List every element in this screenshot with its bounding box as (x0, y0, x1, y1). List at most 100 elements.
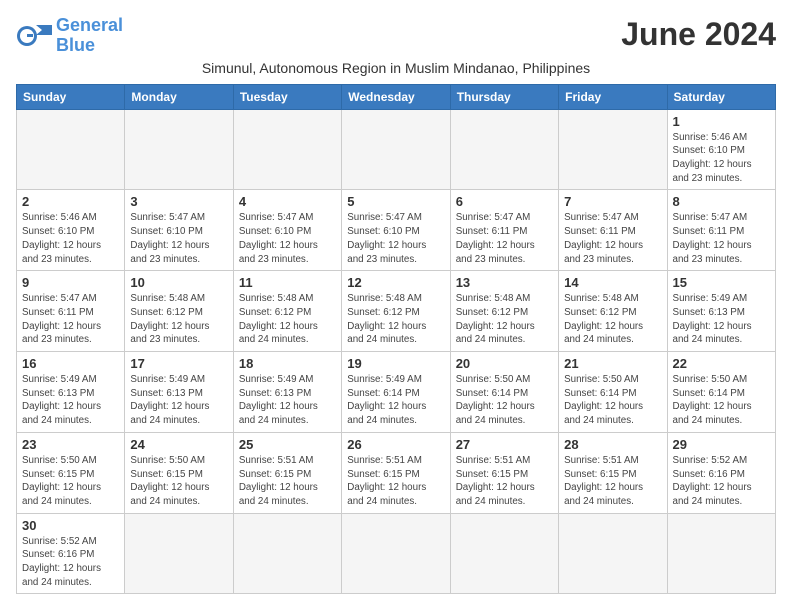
calendar-cell: 3 Sunrise: 5:47 AM Sunset: 6:10 PM Daylig… (125, 190, 233, 271)
day-number: 9 (22, 275, 119, 290)
day-number: 17 (130, 356, 227, 371)
calendar-cell: 6 Sunrise: 5:47 AM Sunset: 6:11 PM Daylig… (450, 190, 558, 271)
calendar-cell (559, 109, 667, 190)
calendar-cell (342, 513, 450, 594)
day-info: Sunrise: 5:47 AM Sunset: 6:11 PM Dayligh… (456, 211, 553, 266)
day-number: 30 (22, 518, 119, 533)
day-number: 28 (564, 437, 661, 452)
weekday-header-friday: Friday (559, 84, 667, 109)
calendar-cell: 8 Sunrise: 5:47 AM Sunset: 6:11 PM Daylig… (667, 190, 775, 271)
day-info: Sunrise: 5:47 AM Sunset: 6:11 PM Dayligh… (673, 211, 770, 266)
calendar-cell: 24Sunrise: 5:50 AM Sunset: 6:15 PM Dayli… (125, 432, 233, 513)
calendar-cell: 4 Sunrise: 5:47 AM Sunset: 6:10 PM Daylig… (233, 190, 341, 271)
calendar-cell: 17 Sunrise: 5:49 AM Sunset: 6:13 PM Dayli… (125, 352, 233, 433)
day-number: 8 (673, 194, 770, 209)
calendar-cell: 29 Sunrise: 5:52 AM Sunset: 6:16 PM Dayli… (667, 432, 775, 513)
day-info: Sunrise: 5:49 AM Sunset: 6:14 PM Dayligh… (347, 373, 444, 428)
calendar-cell: 5 Sunrise: 5:47 AM Sunset: 6:10 PM Daylig… (342, 190, 450, 271)
day-number: 7 (564, 194, 661, 209)
day-info: Sunrise: 5:46 AM Sunset: 6:10 PM Dayligh… (673, 131, 770, 186)
calendar-cell: 16 Sunrise: 5:49 AM Sunset: 6:13 PM Dayli… (17, 352, 125, 433)
calendar-cell: 18 Sunrise: 5:49 AM Sunset: 6:13 PM Dayli… (233, 352, 341, 433)
day-number: 5 (347, 194, 444, 209)
calendar-cell: 30 Sunrise: 5:52 AM Sunset: 6:16 PM Dayli… (17, 513, 125, 594)
day-info: Sunrise: 5:52 AM Sunset: 6:16 PM Dayligh… (22, 535, 119, 590)
day-info: Sunrise: 5:47 AM Sunset: 6:10 PM Dayligh… (239, 211, 336, 266)
day-info: Sunrise: 5:49 AM Sunset: 6:13 PM Dayligh… (22, 373, 119, 428)
day-info: Sunrise: 5:49 AM Sunset: 6:13 PM Dayligh… (130, 373, 227, 428)
day-info: Sunrise: 5:50 AM Sunset: 6:15 PM Dayligh… (22, 454, 119, 509)
logo: GeneralBlue (16, 16, 123, 56)
calendar-cell: 25 Sunrise: 5:51 AM Sunset: 6:15 PM Dayli… (233, 432, 341, 513)
day-info: Sunrise: 5:47 AM Sunset: 6:11 PM Dayligh… (564, 211, 661, 266)
day-info: Sunrise: 5:47 AM Sunset: 6:10 PM Dayligh… (347, 211, 444, 266)
day-info: Sunrise: 5:47 AM Sunset: 6:10 PM Dayligh… (130, 211, 227, 266)
calendar-cell: 11 Sunrise: 5:48 AM Sunset: 6:12 PM Dayli… (233, 271, 341, 352)
day-number: 6 (456, 194, 553, 209)
calendar-cell: 21Sunrise: 5:50 AM Sunset: 6:14 PM Dayli… (559, 352, 667, 433)
calendar-cell: 9 Sunrise: 5:47 AM Sunset: 6:11 PM Daylig… (17, 271, 125, 352)
day-info: Sunrise: 5:50 AM Sunset: 6:14 PM Dayligh… (673, 373, 770, 428)
day-info: Sunrise: 5:51 AM Sunset: 6:15 PM Dayligh… (456, 454, 553, 509)
calendar-subtitle: Simunul, Autonomous Region in Muslim Min… (16, 60, 776, 76)
day-number: 12 (347, 275, 444, 290)
calendar-cell: 7 Sunrise: 5:47 AM Sunset: 6:11 PM Daylig… (559, 190, 667, 271)
weekday-header-tuesday: Tuesday (233, 84, 341, 109)
calendar-cell (559, 513, 667, 594)
day-number: 2 (22, 194, 119, 209)
calendar-cell: 10Sunrise: 5:48 AM Sunset: 6:12 PM Dayli… (125, 271, 233, 352)
weekday-header-saturday: Saturday (667, 84, 775, 109)
day-number: 16 (22, 356, 119, 371)
calendar-cell: 14Sunrise: 5:48 AM Sunset: 6:12 PM Dayli… (559, 271, 667, 352)
day-info: Sunrise: 5:48 AM Sunset: 6:12 PM Dayligh… (239, 292, 336, 347)
logo-text: GeneralBlue (56, 16, 123, 56)
calendar-cell (125, 109, 233, 190)
calendar-cell: 26Sunrise: 5:51 AM Sunset: 6:15 PM Dayli… (342, 432, 450, 513)
calendar-cell (450, 513, 558, 594)
day-number: 23 (22, 437, 119, 452)
calendar-cell: 15Sunrise: 5:49 AM Sunset: 6:13 PM Dayli… (667, 271, 775, 352)
day-number: 13 (456, 275, 553, 290)
day-info: Sunrise: 5:49 AM Sunset: 6:13 PM Dayligh… (673, 292, 770, 347)
day-number: 1 (673, 114, 770, 129)
calendar-cell (125, 513, 233, 594)
day-info: Sunrise: 5:48 AM Sunset: 6:12 PM Dayligh… (347, 292, 444, 347)
calendar-cell: 12 Sunrise: 5:48 AM Sunset: 6:12 PM Dayli… (342, 271, 450, 352)
day-number: 11 (239, 275, 336, 290)
day-info: Sunrise: 5:50 AM Sunset: 6:14 PM Dayligh… (564, 373, 661, 428)
day-info: Sunrise: 5:50 AM Sunset: 6:14 PM Dayligh… (456, 373, 553, 428)
calendar-cell (667, 513, 775, 594)
day-info: Sunrise: 5:52 AM Sunset: 6:16 PM Dayligh… (673, 454, 770, 509)
day-info: Sunrise: 5:47 AM Sunset: 6:11 PM Dayligh… (22, 292, 119, 347)
day-info: Sunrise: 5:51 AM Sunset: 6:15 PM Dayligh… (347, 454, 444, 509)
calendar-cell (17, 109, 125, 190)
day-number: 3 (130, 194, 227, 209)
calendar-cell: 27 Sunrise: 5:51 AM Sunset: 6:15 PM Dayli… (450, 432, 558, 513)
day-number: 29 (673, 437, 770, 452)
calendar-cell: 19Sunrise: 5:49 AM Sunset: 6:14 PM Dayli… (342, 352, 450, 433)
day-info: Sunrise: 5:48 AM Sunset: 6:12 PM Dayligh… (456, 292, 553, 347)
calendar-cell: 13 Sunrise: 5:48 AM Sunset: 6:12 PM Dayli… (450, 271, 558, 352)
weekday-header-wednesday: Wednesday (342, 84, 450, 109)
day-number: 4 (239, 194, 336, 209)
day-info: Sunrise: 5:49 AM Sunset: 6:13 PM Dayligh… (239, 373, 336, 428)
day-number: 27 (456, 437, 553, 452)
day-number: 18 (239, 356, 336, 371)
calendar-cell (233, 513, 341, 594)
day-number: 20 (456, 356, 553, 371)
calendar-cell: 28 Sunrise: 5:51 AM Sunset: 6:15 PM Dayli… (559, 432, 667, 513)
calendar-cell (233, 109, 341, 190)
weekday-header-sunday: Sunday (17, 84, 125, 109)
day-number: 14 (564, 275, 661, 290)
calendar-cell: 23 Sunrise: 5:50 AM Sunset: 6:15 PM Dayli… (17, 432, 125, 513)
calendar-cell (450, 109, 558, 190)
day-info: Sunrise: 5:51 AM Sunset: 6:15 PM Dayligh… (564, 454, 661, 509)
day-info: Sunrise: 5:51 AM Sunset: 6:15 PM Dayligh… (239, 454, 336, 509)
day-number: 22 (673, 356, 770, 371)
calendar-cell: 22 Sunrise: 5:50 AM Sunset: 6:14 PM Dayli… (667, 352, 775, 433)
day-number: 25 (239, 437, 336, 452)
weekday-header-monday: Monday (125, 84, 233, 109)
day-info: Sunrise: 5:48 AM Sunset: 6:12 PM Dayligh… (130, 292, 227, 347)
calendar-cell: 2Sunrise: 5:46 AM Sunset: 6:10 PM Daylig… (17, 190, 125, 271)
day-info: Sunrise: 5:50 AM Sunset: 6:15 PM Dayligh… (130, 454, 227, 509)
